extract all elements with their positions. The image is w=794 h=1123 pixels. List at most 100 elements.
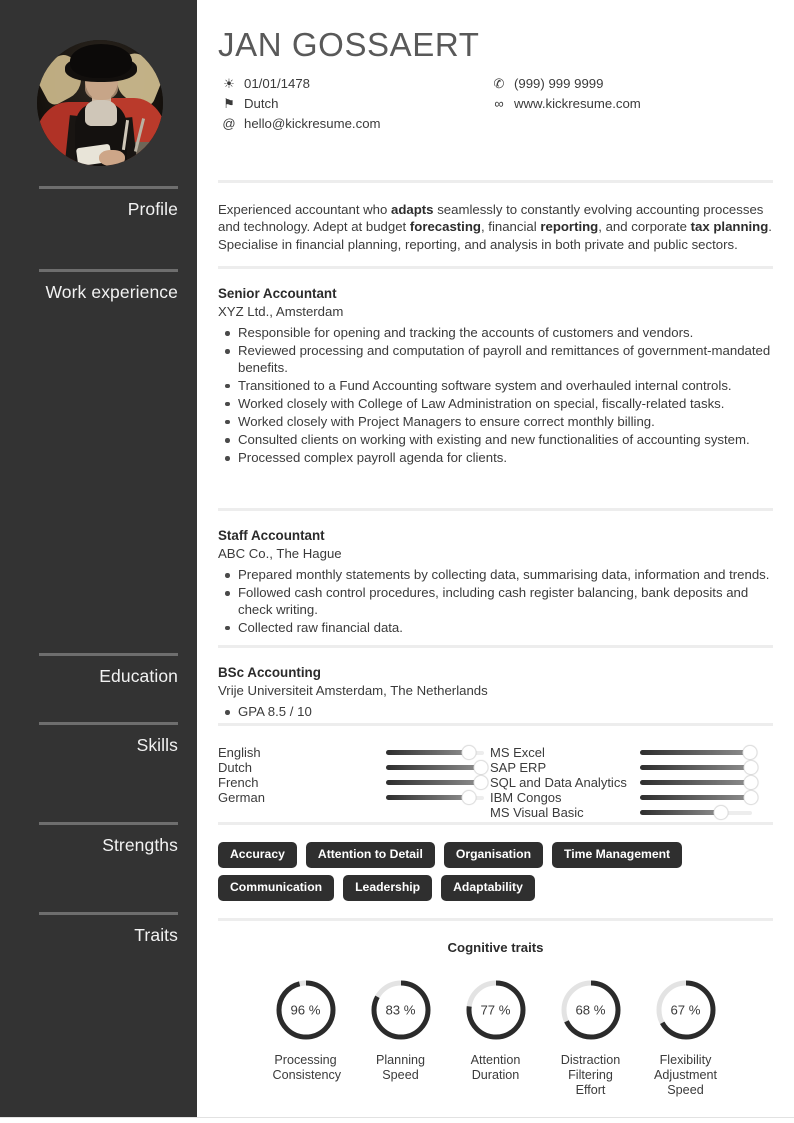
entry-title: Senior Accountant bbox=[218, 286, 337, 301]
trait-label: Processing Consistency bbox=[272, 1053, 342, 1082]
trait-label: Planning Speed bbox=[375, 1053, 426, 1082]
strength-tag: Communication bbox=[218, 875, 335, 901]
trait-donut: 96 % bbox=[273, 977, 339, 1043]
skill-label: SAP ERP bbox=[490, 760, 547, 775]
contact-value[interactable]: hello@kickresume.com bbox=[240, 114, 381, 134]
skill-label: MS Visual Basic bbox=[490, 805, 584, 820]
strength-tag: Attention to Detail bbox=[305, 842, 435, 868]
skill-level-slider[interactable] bbox=[386, 760, 489, 775]
trait-donut: 77 % bbox=[463, 977, 529, 1043]
slider-knob[interactable] bbox=[473, 775, 489, 790]
list-item: Reviewed processing and computation of p… bbox=[218, 343, 773, 376]
flag-icon: ⚑ bbox=[223, 96, 235, 111]
sidebar: Profile Work experience Education Skills Str… bbox=[0, 0, 197, 1117]
slider-knob[interactable] bbox=[461, 745, 477, 760]
page-bottom-edge bbox=[0, 1117, 794, 1123]
entry-title: Staff Accountant bbox=[218, 528, 325, 543]
strength-tag: Accuracy bbox=[218, 842, 297, 868]
strength-tag: Time Management bbox=[552, 842, 683, 868]
trait-label: Distraction Filtering Effort bbox=[560, 1053, 621, 1097]
section-work-experience: Senior Accountant XYZ Ltd., Amsterdam Resp… bbox=[218, 266, 773, 468]
skills-software-column: MS Excel SAP ERP SQL and Data Analytics IBM… bbox=[490, 745, 773, 820]
skill-row: MS Visual Basic bbox=[490, 805, 773, 820]
sidebar-rule bbox=[39, 269, 178, 272]
sidebar-item-label: Skills bbox=[136, 735, 178, 755]
sidebar-section-work-experience: Work experience bbox=[39, 269, 178, 303]
section-divider bbox=[218, 918, 773, 921]
skill-level-slider[interactable] bbox=[386, 790, 484, 805]
slider-knob[interactable] bbox=[743, 790, 759, 805]
link-icon: ∞ bbox=[494, 96, 504, 111]
entry-organisation: ABC Co., The Hague bbox=[218, 546, 342, 561]
slider-knob[interactable] bbox=[743, 760, 759, 775]
contact-value[interactable]: www.kickresume.com bbox=[510, 94, 641, 114]
trait-item: 83 % Planning Speed bbox=[368, 977, 434, 1098]
trait-value: 96 % bbox=[290, 1002, 321, 1018]
skill-level-slider[interactable] bbox=[386, 745, 484, 760]
sidebar-rule bbox=[39, 912, 178, 915]
list-item: Collected raw financial data. bbox=[218, 620, 773, 637]
section-skills: English Dutch French German MS Excel SAP ERP… bbox=[218, 723, 773, 820]
slider-fill bbox=[386, 780, 482, 785]
slider-knob[interactable] bbox=[473, 760, 489, 775]
contact-row: ⚑ Dutch bbox=[218, 94, 488, 114]
trait-item: 67 % Flexibility Adjustment Speed bbox=[653, 977, 719, 1098]
trait-value: 68 % bbox=[575, 1002, 606, 1018]
contact-value[interactable]: Dutch bbox=[240, 94, 278, 114]
skill-label: IBM Congos bbox=[490, 790, 562, 805]
sidebar-item-label: Strengths bbox=[102, 835, 178, 855]
main-content: JAN GOSSAERT ☀ 01/01/1478 ⚑ Dutch @ hello@kic… bbox=[197, 0, 794, 1117]
slider-knob[interactable] bbox=[742, 745, 758, 760]
skill-row: SAP ERP bbox=[490, 760, 773, 775]
skill-row: Dutch bbox=[218, 760, 490, 775]
entry-bullets: Responsible for opening and tracking the… bbox=[218, 325, 773, 467]
list-item: Worked closely with College of Law Admin… bbox=[218, 396, 773, 413]
list-item: Responsible for opening and tracking the… bbox=[218, 325, 773, 342]
skills-languages-column: English Dutch French German bbox=[218, 745, 490, 820]
slider-knob[interactable] bbox=[461, 790, 477, 805]
trait-value: 77 % bbox=[480, 1002, 511, 1018]
sun-icon: ☀ bbox=[223, 76, 235, 91]
skill-row: SQL and Data Analytics bbox=[490, 775, 773, 790]
trait-value: 67 % bbox=[670, 1002, 701, 1018]
list-item: Prepared monthly statements by collectin… bbox=[218, 567, 773, 584]
list-item: Consulted clients on working with existi… bbox=[218, 432, 773, 449]
strength-tag: Leadership bbox=[343, 875, 433, 901]
page-title: JAN GOSSAERT bbox=[218, 26, 480, 63]
skill-label: German bbox=[218, 790, 265, 805]
skill-label: French bbox=[218, 775, 259, 790]
sidebar-rule bbox=[39, 722, 178, 725]
contact-value[interactable]: 01/01/1478 bbox=[240, 74, 310, 94]
skill-level-slider[interactable] bbox=[640, 805, 752, 820]
trait-donut: 67 % bbox=[653, 977, 719, 1043]
trait-item: 96 % Processing Consistency bbox=[272, 977, 342, 1098]
list-item: GPA 8.5 / 10 bbox=[218, 704, 773, 721]
resume-page: Profile Work experience Education Skills Str… bbox=[0, 0, 794, 1123]
skill-level-slider[interactable] bbox=[640, 790, 759, 805]
portrait-image bbox=[37, 40, 163, 166]
slider-fill bbox=[640, 795, 751, 800]
section-work-experience-2: Staff Accountant ABC Co., The Hague Prepar… bbox=[218, 508, 773, 638]
slider-knob[interactable] bbox=[743, 775, 759, 790]
trait-item: 68 % Distraction Filtering Effort bbox=[558, 977, 624, 1098]
entry-organisation: Vrije Universiteit Amsterdam, The Nether… bbox=[218, 683, 488, 698]
skill-level-slider[interactable] bbox=[386, 775, 489, 790]
contact-row: ∞ www.kickresume.com bbox=[488, 94, 778, 114]
slider-knob[interactable] bbox=[713, 805, 729, 820]
avatar bbox=[37, 40, 163, 166]
section-divider bbox=[218, 508, 773, 511]
skill-level-slider[interactable] bbox=[640, 745, 758, 760]
sidebar-rule bbox=[39, 822, 178, 825]
contact-value[interactable]: (999) 999 9999 bbox=[510, 74, 603, 94]
skill-label: MS Excel bbox=[490, 745, 545, 760]
skill-label: SQL and Data Analytics bbox=[490, 775, 627, 790]
section-profile: Experienced accountant who adapts seamle… bbox=[218, 180, 773, 253]
skill-row: German bbox=[218, 790, 490, 805]
skill-level-slider[interactable] bbox=[640, 775, 759, 790]
skill-level-slider[interactable] bbox=[640, 760, 759, 775]
contact-row: ✆ (999) 999 9999 bbox=[488, 74, 778, 94]
at-icon: @ bbox=[222, 116, 236, 131]
section-traits: Cognitive traits 96 % Processing Consiste… bbox=[218, 918, 773, 1098]
slider-fill bbox=[640, 750, 750, 755]
contact-column-right: ✆ (999) 999 9999 ∞ www.kickresume.com bbox=[488, 74, 778, 114]
